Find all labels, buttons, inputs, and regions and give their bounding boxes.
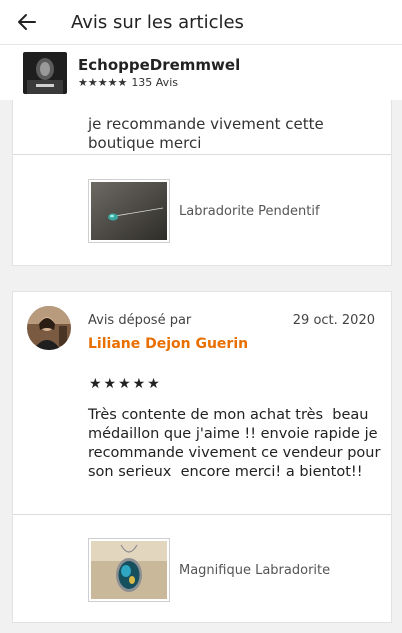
product-name[interactable]: Magnifique Labradorite <box>179 563 330 578</box>
review-card: Avis déposé par 29 oct. 2020 Liliane Dej… <box>12 291 392 623</box>
shop-stars: ★★★★★ <box>78 76 128 89</box>
review-card: je recommande vivement cette boutique me… <box>12 96 392 266</box>
product-name[interactable]: Labradorite Pendentif <box>179 204 320 219</box>
back-button[interactable] <box>0 0 54 44</box>
review-stars: ★★★★★ <box>89 376 162 392</box>
product-thumbnail[interactable] <box>88 179 170 243</box>
reviewer-name[interactable]: Liliane Dejon Guerin <box>88 336 248 352</box>
review-date: 29 oct. 2020 <box>292 313 375 328</box>
review-text: Très contente de mon achat très beau méd… <box>88 407 386 480</box>
posted-by-label: Avis déposé par <box>88 313 192 328</box>
reviewer-avatar[interactable] <box>27 306 71 350</box>
shop-name[interactable]: EchoppeDremmwel <box>78 56 240 74</box>
review-product[interactable]: Labradorite Pendentif <box>88 179 320 243</box>
shop-header[interactable]: EchoppeDremmwel ★★★★★ 135 Avis <box>0 44 402 100</box>
arrow-left-icon <box>18 14 36 30</box>
review-product[interactable]: Magnifique Labradorite <box>88 538 330 602</box>
review-text: je recommande vivement cette boutique me… <box>88 115 324 152</box>
product-thumbnail[interactable] <box>88 538 170 602</box>
divider <box>13 154 391 155</box>
page-title: Avis sur les articles <box>71 11 244 33</box>
shop-rating: ★★★★★ 135 Avis <box>78 76 240 89</box>
shop-review-count: 135 Avis <box>131 76 178 89</box>
app-bar: Avis sur les articles <box>0 0 402 44</box>
divider <box>13 514 391 515</box>
shop-logo[interactable] <box>23 51 67 94</box>
